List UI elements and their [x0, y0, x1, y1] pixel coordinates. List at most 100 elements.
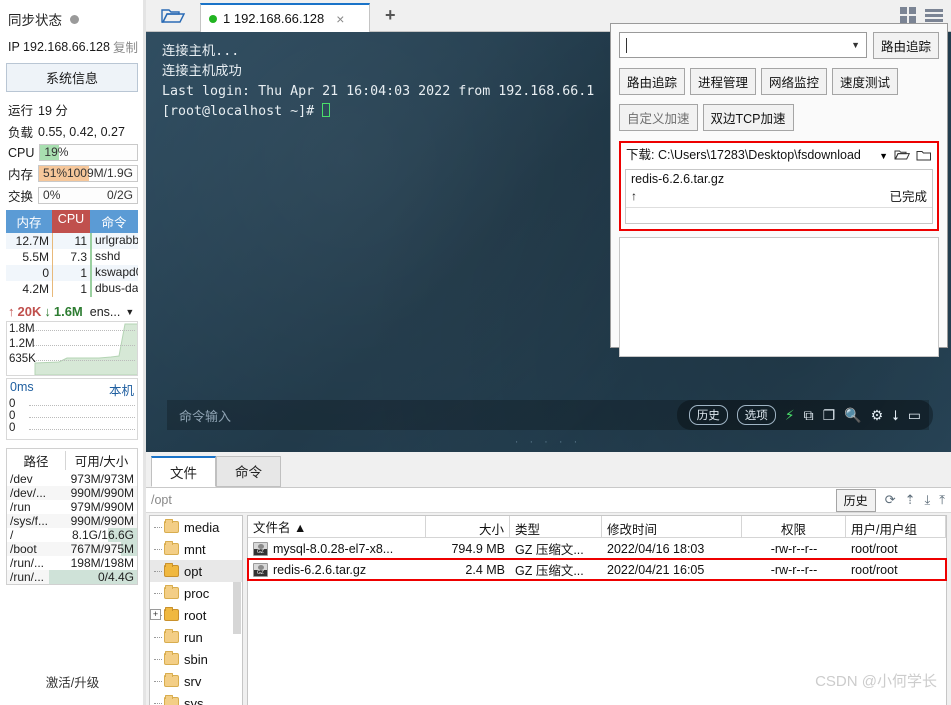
- panel-button-速度测试[interactable]: 速度测试: [832, 68, 899, 95]
- terminal-output: 连接主机... 连接主机成功 Last login: Thu Apr 21 16…: [162, 42, 594, 122]
- disk-size: 973M/973M: [70, 472, 134, 486]
- disk-row[interactable]: /sys/f... 990M/990M: [7, 514, 137, 528]
- download-list: redis-6.2.6.tar.gz ↑ 已完成: [625, 169, 933, 224]
- trace-route-button[interactable]: 路由追踪: [872, 32, 939, 59]
- panel-button-路由追踪[interactable]: 路由追踪: [619, 68, 686, 95]
- file-col-header[interactable]: 修改时间: [602, 516, 742, 537]
- search-icon[interactable]: 🔍: [844, 408, 861, 422]
- file-manager-path-bar: /opt 历史 ⟳ ⇡ ⤓ ⤒: [145, 487, 951, 513]
- disk-row[interactable]: /run/... 0/4.4G: [7, 570, 137, 584]
- file-col-header[interactable]: 权限: [742, 516, 846, 537]
- panel-button-进程管理[interactable]: 进程管理: [690, 68, 757, 95]
- close-icon[interactable]: ×: [336, 11, 344, 27]
- file-row[interactable]: mysql-8.0.28-el7-x8... 794.9 MB GZ 压缩文... 2…: [248, 538, 946, 559]
- expand-icon[interactable]: +: [150, 609, 161, 620]
- tree-item-run[interactable]: run: [150, 626, 242, 648]
- directory-tree[interactable]: media mnt opt proc + root run sbin srv sys: [149, 515, 243, 705]
- tree-connector: [154, 703, 162, 704]
- file-owner: root/root: [851, 541, 898, 556]
- tree-item-root[interactable]: + root: [150, 604, 242, 626]
- tree-item-srv[interactable]: srv: [150, 670, 242, 692]
- fm-tab-文件[interactable]: 文件: [151, 456, 216, 487]
- disk-row[interactable]: /dev 973M/973M: [7, 472, 137, 486]
- download-file-name: redis-6.2.6.tar.gz: [631, 172, 725, 186]
- refresh-icon[interactable]: ⟳: [885, 492, 896, 508]
- up-arrow-icon[interactable]: ⇡: [905, 492, 916, 508]
- gear-icon[interactable]: ⚙: [871, 408, 884, 422]
- disk-row[interactable]: / 8.1G/16.6G: [7, 528, 137, 542]
- ip-row: IP 192.168.66.128 复制: [8, 37, 138, 56]
- net-graph-gridline-0: [33, 330, 135, 331]
- download-icon[interactable]: ⤓: [925, 492, 931, 508]
- chevron-down-icon[interactable]: ▼: [879, 151, 888, 161]
- process-row[interactable]: 12.7M 11 urlgrabb: [6, 233, 138, 249]
- download-rate: 1.6M: [53, 304, 83, 319]
- process-col-mem[interactable]: 内存: [6, 210, 52, 233]
- tree-item-sbin[interactable]: sbin: [150, 648, 242, 670]
- terminal-history-button[interactable]: 历史: [688, 405, 728, 425]
- process-row[interactable]: 4.2M 1 dbus-da: [6, 281, 138, 297]
- process-row[interactable]: 5.5M 7.3 sshd: [6, 249, 138, 265]
- process-col-cmd[interactable]: 命令: [90, 210, 138, 233]
- menu-lines-icon[interactable]: [925, 7, 943, 23]
- file-col-header[interactable]: 文件名 ▲: [248, 516, 426, 537]
- window-icon[interactable]: ▭: [908, 408, 921, 422]
- tree-connector: [154, 659, 162, 660]
- terminal-resize-handle[interactable]: · · · · ·: [515, 436, 582, 448]
- cpu-meter: 19%: [39, 144, 138, 161]
- new-tab-button[interactable]: +: [385, 5, 396, 26]
- disk-row[interactable]: /dev/... 990M/990M: [7, 486, 137, 500]
- activate-upgrade-link[interactable]: 激活/升级: [0, 672, 145, 691]
- download-item[interactable]: redis-6.2.6.tar.gz ↑ 已完成: [626, 170, 932, 207]
- download-icon[interactable]: ⭣: [892, 408, 899, 422]
- chevron-down-icon[interactable]: ▼: [851, 40, 860, 50]
- tree-connector: [154, 571, 162, 572]
- paste-icon[interactable]: ❐: [823, 408, 836, 422]
- net-graph-gridline-2: [33, 360, 135, 361]
- disk-row[interactable]: /run 979M/990M: [7, 500, 137, 514]
- sidebar-splitter[interactable]: [143, 0, 146, 705]
- grid-layout-icon[interactable]: [900, 7, 916, 23]
- panel-button-自定义加速[interactable]: 自定义加速: [619, 104, 698, 131]
- terminal-tab[interactable]: 1 192.168.66.128 ×: [200, 3, 370, 32]
- tree-item-sys[interactable]: sys: [150, 692, 242, 705]
- process-col-cpu[interactable]: CPU: [52, 210, 90, 233]
- disk-path: /boot: [10, 542, 37, 556]
- tree-item-media[interactable]: media: [150, 516, 242, 538]
- disk-row[interactable]: /boot 767M/975M: [7, 542, 137, 556]
- panel-button-网络监控[interactable]: 网络监控: [761, 68, 828, 95]
- panel-button-双边TCP加速[interactable]: 双边TCP加速: [702, 104, 794, 131]
- folder-icon: [164, 651, 179, 665]
- network-interface-label[interactable]: ens...: [90, 305, 121, 319]
- fm-tab-命令[interactable]: 命令: [216, 456, 281, 487]
- ping-target-label[interactable]: 本机: [109, 380, 134, 399]
- file-col-header[interactable]: 类型: [510, 516, 602, 537]
- disk-row[interactable]: /run/... 198M/198M: [7, 556, 137, 570]
- process-row[interactable]: 0 1 kswapd0: [6, 265, 138, 281]
- open-folder-icon[interactable]: [894, 149, 910, 162]
- file-row[interactable]: redis-6.2.6.tar.gz 2.4 MB GZ 压缩文... 2022/04…: [247, 558, 947, 581]
- file-size: 794.9 MB: [451, 541, 505, 556]
- network-stats-row: ↑ 20K ↓ 1.6M ens... ▼: [6, 304, 138, 319]
- chevron-down-icon[interactable]: ▼: [125, 307, 134, 317]
- terminal-line-3: [root@localhost ~]#: [162, 104, 323, 119]
- tree-item-opt[interactable]: opt: [150, 560, 242, 582]
- terminal-options-button[interactable]: 选项: [736, 405, 776, 425]
- file-col-header[interactable]: 大小: [426, 516, 510, 537]
- trace-target-input[interactable]: ▼: [619, 32, 867, 58]
- file-history-button[interactable]: 历史: [835, 488, 876, 512]
- system-info-button[interactable]: 系统信息: [6, 63, 138, 92]
- copy-ip-button[interactable]: 复制: [113, 37, 138, 56]
- tree-item-label: root: [184, 607, 207, 623]
- tree-item-mnt[interactable]: mnt: [150, 538, 242, 560]
- bolt-icon[interactable]: ⚡: [785, 408, 795, 422]
- folder-icon[interactable]: [916, 149, 932, 162]
- terminal-cursor: [322, 103, 331, 117]
- tree-item-proc[interactable]: proc: [150, 582, 242, 604]
- file-col-header[interactable]: 用户/用户组: [846, 516, 946, 537]
- current-path[interactable]: /opt: [151, 493, 836, 507]
- disk-table-header: 路径 可用/大小: [7, 449, 137, 472]
- copy-icon[interactable]: ⧉: [804, 408, 814, 422]
- upload-icon[interactable]: ⤒: [939, 492, 945, 508]
- open-folder-icon[interactable]: [155, 4, 191, 28]
